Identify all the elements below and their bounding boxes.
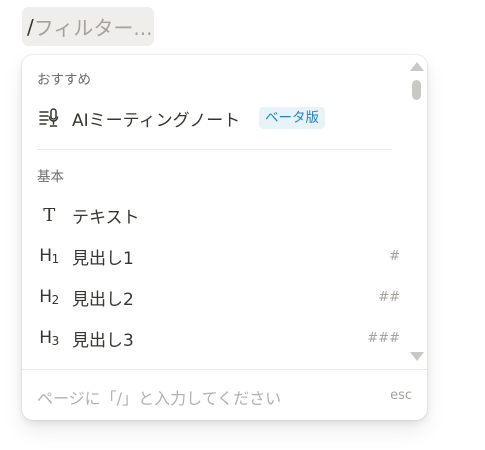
scroll-down-arrow-icon[interactable] <box>410 352 424 361</box>
shortcut-hint: # <box>389 248 400 264</box>
heading-1-icon: H1 <box>39 246 59 266</box>
scroll-up-arrow-icon[interactable] <box>410 62 424 71</box>
filter-input[interactable]: / フィルター... <box>22 7 154 46</box>
menu-item-label: テキスト <box>72 207 140 228</box>
menu-item-label: 見出し2 <box>72 289 134 310</box>
menu-item-heading-3[interactable]: H3 見出し3 ### <box>31 321 406 355</box>
scroll-thumb[interactable] <box>412 80 421 100</box>
menu-item-heading-2[interactable]: H2 見出し2 ## <box>31 280 406 314</box>
ai-meeting-notes-icon <box>37 106 61 130</box>
section-header-basic: 基本 <box>37 169 64 185</box>
filter-slash: / <box>27 14 34 39</box>
section-header-recommended: おすすめ <box>37 72 91 88</box>
menu-item-heading-1[interactable]: H1 見出し1 # <box>31 239 406 273</box>
beta-badge: ベータ版 <box>259 107 325 129</box>
shortcut-hint: ## <box>378 289 400 305</box>
filter-placeholder: フィルター... <box>33 16 153 40</box>
shortcut-hint: ### <box>367 330 400 346</box>
text-icon: T <box>43 204 55 226</box>
menu-item-label: AIミーティングノート <box>72 110 241 131</box>
menu-item-text[interactable]: T テキスト <box>31 198 406 232</box>
heading-2-icon: H2 <box>39 287 59 307</box>
menu-item-label: 見出し1 <box>72 248 134 269</box>
footer-hint: ページに「/」と入力してください <box>37 389 282 408</box>
slash-command-menu: おすすめ AIミーティングノート ベータ版 基本 T テキスト H1 見出し1 … <box>22 55 427 420</box>
esc-hint[interactable]: esc <box>390 388 412 403</box>
section-divider <box>37 149 392 150</box>
menu-item-label: 見出し3 <box>72 330 134 351</box>
menu-item-ai-meeting-notes[interactable]: AIミーティングノート ベータ版 <box>31 101 406 135</box>
heading-3-icon: H3 <box>39 328 59 348</box>
menu-scrollbar[interactable] <box>407 55 427 369</box>
menu-footer: ページに「/」と入力してください esc <box>22 369 427 420</box>
